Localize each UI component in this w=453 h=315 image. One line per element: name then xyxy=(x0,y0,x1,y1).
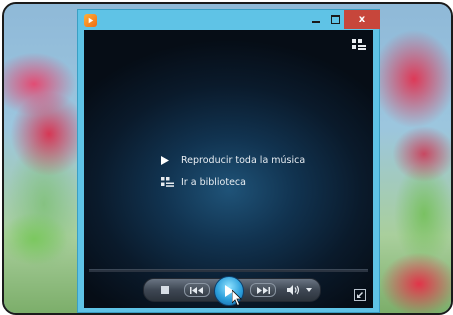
next-button[interactable] xyxy=(248,279,278,301)
library-icon xyxy=(161,176,175,188)
mouse-pointer-icon xyxy=(232,290,242,306)
switch-to-now-playing-icon[interactable] xyxy=(354,289,366,301)
title-bar[interactable]: x xyxy=(78,10,380,30)
minimize-button[interactable] xyxy=(307,10,325,29)
minimize-icon xyxy=(312,21,320,23)
play-all-music-link[interactable]: Reproducir toda la música xyxy=(161,153,305,167)
close-button[interactable]: x xyxy=(344,10,380,29)
next-icon xyxy=(250,283,276,297)
chevron-down-icon xyxy=(306,288,312,292)
previous-button[interactable] xyxy=(182,279,212,301)
seek-bar[interactable] xyxy=(89,269,368,272)
close-icon: x xyxy=(358,13,366,25)
volume-icon xyxy=(286,285,299,295)
stop-button[interactable] xyxy=(158,279,172,301)
stop-icon xyxy=(161,286,169,294)
play-icon xyxy=(161,154,175,166)
media-player-app-icon[interactable] xyxy=(84,14,97,27)
previous-icon xyxy=(184,283,210,297)
go-to-library-label: Ir a biblioteca xyxy=(181,176,246,188)
mute-button[interactable] xyxy=(282,279,304,301)
now-playing-area[interactable]: Reproducir toda la música Ir a bibliotec… xyxy=(84,30,373,308)
switch-to-library-icon[interactable] xyxy=(352,39,366,50)
maximize-button[interactable] xyxy=(326,10,344,29)
go-to-library-link[interactable]: Ir a biblioteca xyxy=(161,175,246,189)
maximize-icon xyxy=(330,15,340,24)
screen-frame: x Reproducir toda la música Ir a bibliot… xyxy=(2,2,453,315)
media-player-window[interactable]: x Reproducir toda la música Ir a bibliot… xyxy=(77,9,380,313)
volume-dropdown-button[interactable] xyxy=(304,279,314,301)
play-all-music-label: Reproducir toda la música xyxy=(181,154,306,166)
